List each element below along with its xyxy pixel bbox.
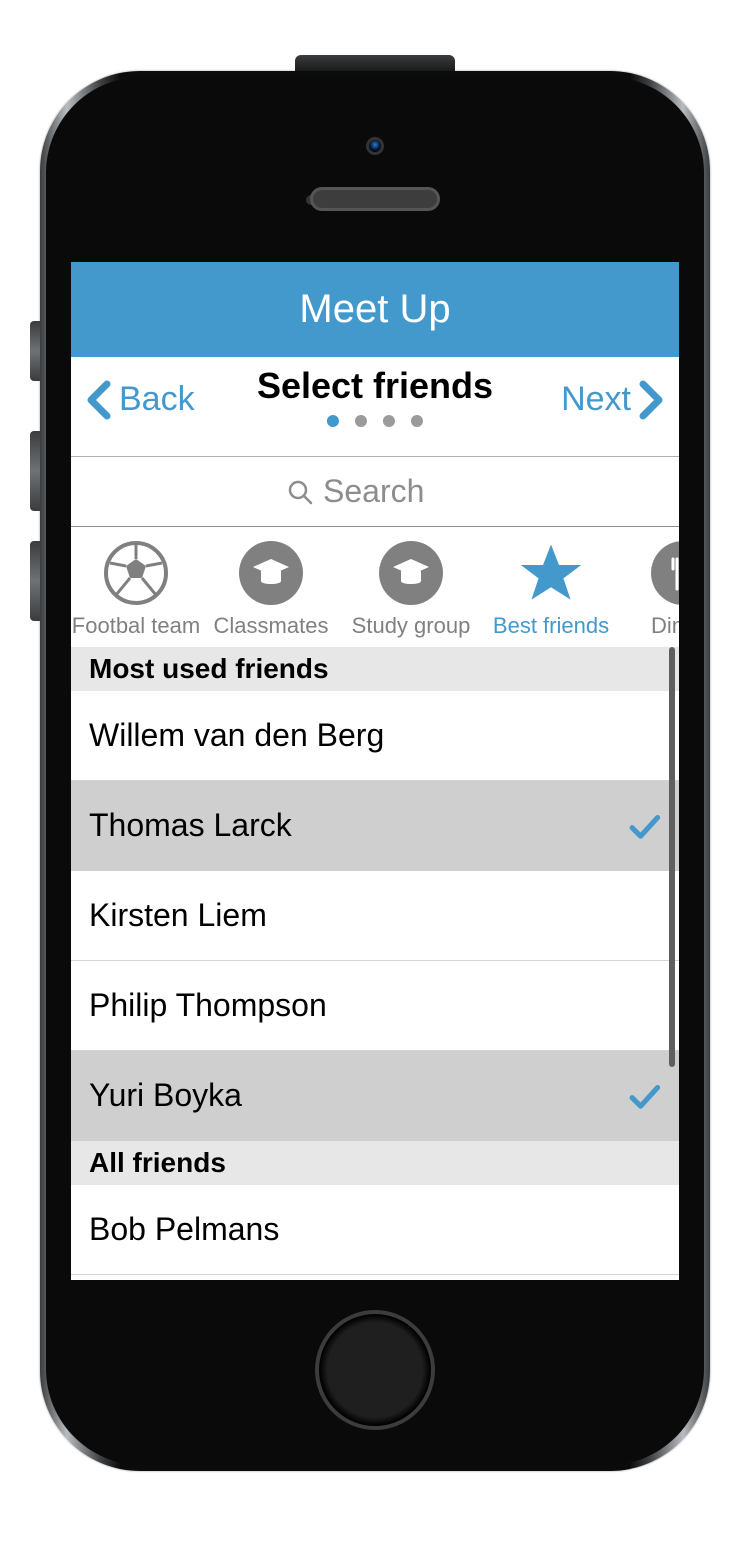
friend-list[interactable]: Most used friends Willem van den Berg Th… (71, 647, 679, 1280)
friend-row[interactable]: Rick Schaaik (71, 1275, 679, 1280)
category-label: Best friends (493, 613, 609, 639)
category-label: Classmates (214, 613, 329, 639)
screen: Meet Up Back Select friends (71, 262, 679, 1280)
category-best-friends[interactable]: Best friends (481, 541, 621, 639)
nav-center: Select friends (257, 365, 493, 427)
step-dot-3 (383, 415, 395, 427)
cutlery-icon (651, 541, 679, 605)
phone-volume-down (30, 541, 40, 621)
friend-row[interactable]: Willem van den Berg (71, 691, 679, 781)
phone-bezel: Meet Up Back Select friends (46, 77, 704, 1465)
page-title: Select friends (257, 365, 493, 407)
friend-name: Willem van den Berg (89, 717, 384, 754)
app-title: Meet Up (299, 287, 450, 332)
friend-name: Yuri Boyka (89, 1077, 242, 1114)
category-scroller[interactable]: Footbal team Classmates (71, 527, 679, 647)
step-dot-4 (411, 415, 423, 427)
search-input[interactable] (323, 473, 463, 510)
check-icon (627, 809, 661, 843)
next-label: Next (561, 380, 631, 419)
title-bar: Meet Up (71, 262, 679, 357)
friend-row[interactable]: Yuri Boyka (71, 1051, 679, 1141)
phone-volume-up (30, 431, 40, 511)
friend-row[interactable]: Kirsten Liem (71, 871, 679, 961)
soccer-icon (104, 541, 168, 605)
section-header-most-used: Most used friends (71, 647, 679, 691)
category-study-group[interactable]: Study group (341, 541, 481, 639)
back-label: Back (119, 380, 195, 419)
category-classmates[interactable]: Classmates (201, 541, 341, 639)
chevron-left-icon (85, 380, 113, 420)
scroll-indicator[interactable] (669, 647, 675, 1067)
category-dinner[interactable]: Dinne (621, 541, 679, 639)
check-icon (627, 1079, 661, 1113)
category-label: Study group (352, 613, 471, 639)
phone-mute-switch (30, 321, 40, 381)
search-bar[interactable] (71, 457, 679, 527)
category-label: Dinne (651, 613, 679, 639)
search-icon (287, 479, 313, 505)
category-football-team[interactable]: Footbal team (71, 541, 201, 639)
phone-home-button[interactable] (315, 1310, 435, 1430)
next-button[interactable]: Next (561, 380, 665, 420)
friend-name: Thomas Larck (89, 807, 292, 844)
phone-frame: Meet Up Back Select friends (40, 71, 710, 1471)
chevron-right-icon (637, 380, 665, 420)
step-dot-1 (327, 415, 339, 427)
friend-name: Bob Pelmans (89, 1211, 279, 1248)
friend-row[interactable]: Philip Thompson (71, 961, 679, 1051)
friend-row[interactable]: Thomas Larck (71, 781, 679, 871)
nav-bar: Back Select friends Next (71, 357, 679, 457)
grad-icon (239, 541, 303, 605)
friend-row[interactable]: Bob Pelmans (71, 1185, 679, 1275)
star-icon (519, 541, 583, 605)
phone-power-button (295, 55, 455, 71)
step-dot-2 (355, 415, 367, 427)
grad-icon (379, 541, 443, 605)
back-button[interactable]: Back (85, 380, 195, 420)
friend-name: Philip Thompson (89, 987, 327, 1024)
phone-camera (366, 137, 384, 155)
section-header-all-friends: All friends (71, 1141, 679, 1185)
step-dots (257, 415, 493, 427)
phone-speaker (310, 187, 440, 211)
category-label: Footbal team (72, 613, 200, 639)
friend-name: Kirsten Liem (89, 897, 267, 934)
